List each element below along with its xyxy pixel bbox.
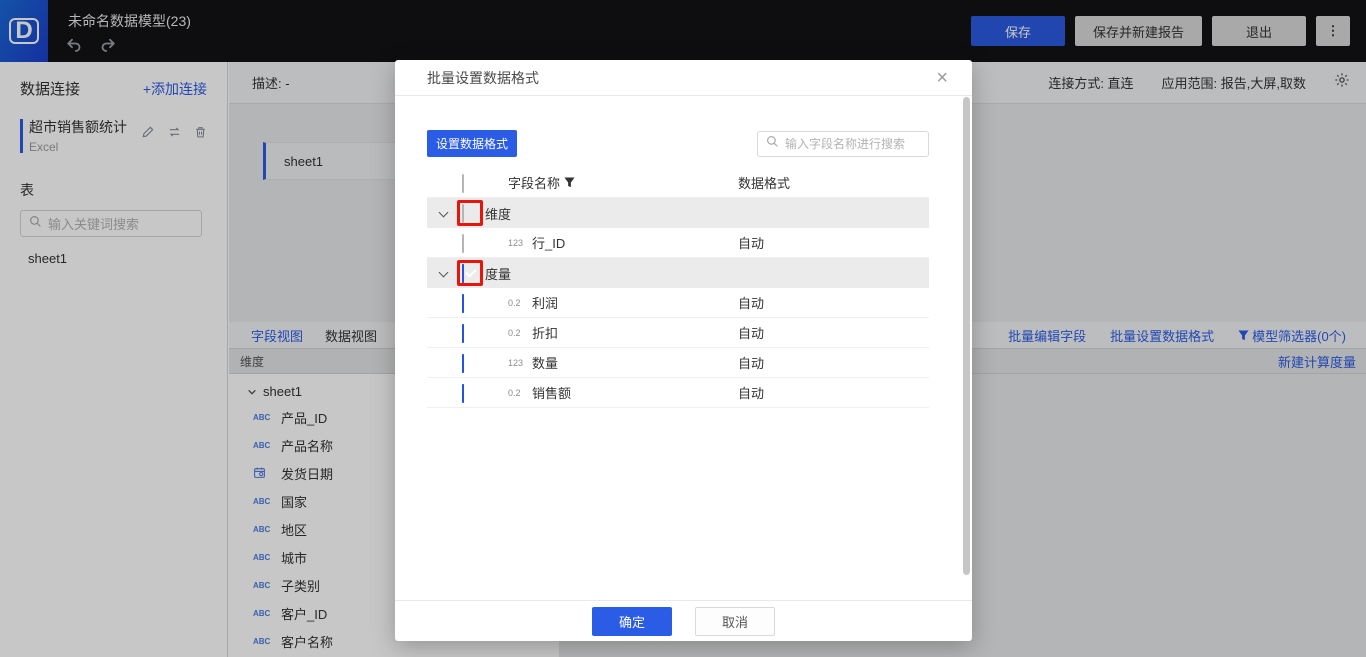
row-checkbox[interactable] — [462, 234, 464, 253]
format-table: 字段名称 数据格式 维度 123 行_ID 自动 — [427, 168, 929, 408]
field-name-column-header: 字段名称 — [508, 173, 575, 192]
batch-format-dialog: 批量设置数据格式 × 设置数据格式 输入字段名称进行搜索 字段名称 数据格式 — [395, 60, 972, 641]
field-name: 行_ID — [532, 233, 565, 252]
search-icon — [766, 135, 779, 153]
field-format-value: 自动 — [738, 323, 764, 342]
row-checkbox[interactable] — [462, 324, 464, 343]
decimal-02-icon: 0.2 — [508, 298, 528, 308]
group-row-dimension[interactable]: 维度 — [427, 198, 929, 228]
close-icon[interactable]: × — [936, 68, 948, 88]
field-format-value: 自动 — [738, 383, 764, 402]
row-checkbox[interactable] — [462, 354, 464, 373]
measure-group-checkbox[interactable] — [462, 264, 464, 283]
field-format-row[interactable]: 0.2 折扣 自动 — [427, 318, 929, 348]
cancel-button[interactable]: 取消 — [695, 607, 775, 636]
decimal-02-icon: 0.2 — [508, 388, 528, 398]
group-row-measure[interactable]: 度量 — [427, 258, 929, 288]
number-123-icon: 123 — [508, 358, 528, 368]
field-name: 销售额 — [532, 383, 571, 402]
field-format-value: 自动 — [738, 293, 764, 312]
row-checkbox[interactable] — [462, 294, 464, 313]
red-annotation-box — [457, 200, 483, 226]
column-filter-funnel-icon[interactable] — [564, 177, 575, 188]
field-search-input[interactable]: 输入字段名称进行搜索 — [757, 131, 929, 157]
group-label: 度量 — [485, 264, 511, 283]
field-format-row[interactable]: 0.2 销售额 自动 — [427, 378, 929, 408]
field-format-value: 自动 — [738, 353, 764, 372]
dimension-group-checkbox[interactable] — [462, 204, 464, 223]
field-search-placeholder: 输入字段名称进行搜索 — [785, 135, 905, 152]
field-name: 数量 — [532, 353, 558, 372]
chevron-down-icon[interactable] — [439, 208, 449, 218]
field-format-value: 自动 — [738, 233, 764, 252]
number-123-icon: 123 — [508, 238, 528, 248]
chevron-down-icon[interactable] — [439, 268, 449, 278]
field-name: 利润 — [532, 293, 558, 312]
field-format-row[interactable]: 123 行_ID 自动 — [427, 228, 929, 258]
field-format-row[interactable]: 0.2 利润 自动 — [427, 288, 929, 318]
field-name: 折扣 — [532, 323, 558, 342]
set-data-format-button[interactable]: 设置数据格式 — [427, 130, 517, 157]
modal-scrollbar-thumb[interactable] — [963, 97, 970, 575]
dialog-title: 批量设置数据格式 — [427, 68, 539, 88]
select-all-checkbox[interactable] — [462, 174, 464, 193]
field-format-row[interactable]: 123 数量 自动 — [427, 348, 929, 378]
table-header-row: 字段名称 数据格式 — [427, 168, 929, 198]
group-label: 维度 — [485, 204, 511, 223]
confirm-button[interactable]: 确定 — [592, 607, 672, 636]
app-root: D 未命名数据模型(23) 保存 保存并新建报告 退出 ⋮ 数据连接 +添加连接… — [0, 0, 1366, 657]
data-format-column-header: 数据格式 — [738, 173, 790, 192]
decimal-02-icon: 0.2 — [508, 328, 528, 338]
row-checkbox[interactable] — [462, 384, 464, 403]
